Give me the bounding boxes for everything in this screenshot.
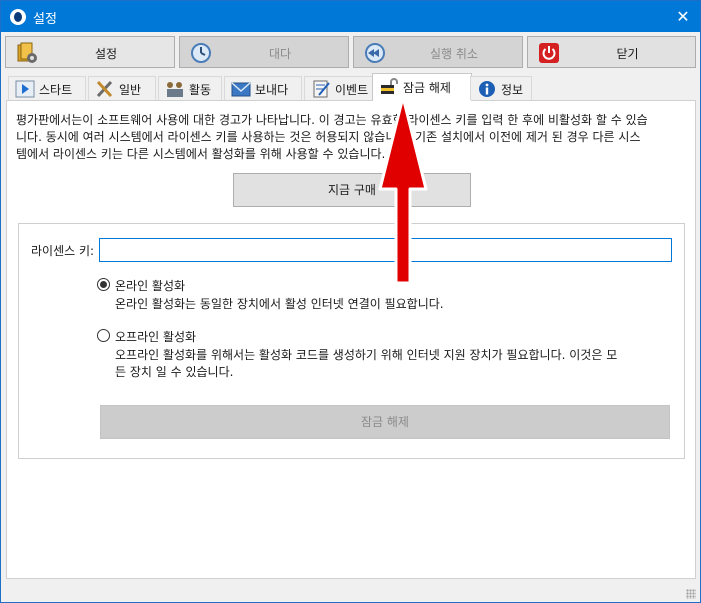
offline-activation-description: 오프라인 활성화를 위해서는 활성화 코드를 생성하기 위해 인터넷 지원 장치… [115, 347, 665, 381]
settings-button-label: 설정 [94, 47, 118, 61]
online-activation-radio[interactable] [97, 278, 110, 291]
trial-warning-text: 평가판에서는이 소프트웨어 사용에 대한 경고가 나타납니다. 이 경고는 유효… [16, 112, 688, 163]
online-activation-description: 온라인 활성화는 동일한 장치에서 활성 인터넷 연결이 필요합니다. [115, 297, 444, 311]
tab-events[interactable]: 이벤트 [304, 76, 374, 100]
settings-tabs: 스타트 일반 활동 보내다 이벤트 잠금 해제 정보 [6, 73, 696, 101]
tab-unlock-label: 잠금 해제 [403, 81, 451, 95]
undo-icon [365, 43, 385, 63]
power-icon [539, 43, 559, 63]
warning-line: 템에서 라이센스 키는 다른 시스템에서 활성화를 위해 사용할 수 있습니다. [16, 147, 386, 161]
padlock-icon [381, 78, 398, 94]
tab-info[interactable]: 정보 [470, 76, 532, 100]
warning-line: 평가판에서는이 소프트웨어 사용에 대한 경고가 나타납니다. 이 경고는 유효… [16, 113, 648, 127]
tab-general-label: 일반 [119, 83, 142, 97]
license-key-input[interactable] [99, 238, 672, 262]
warning-line: 니다. 동시에 여러 시스템에서 라이센스 키를 사용하는 것은 허용되지 않습… [16, 130, 641, 144]
resize-grip-icon[interactable] [686, 589, 696, 599]
undo-button[interactable]: 실행 취소 [353, 36, 523, 68]
status-bar [1, 583, 700, 602]
info-icon [479, 81, 495, 97]
settings-window: 설정 ✕ 설정 대다 실행 취소 닫기 스타트 일반 활동 보내다 이벤트 잠금… [0, 0, 701, 603]
tab-start[interactable]: 스타트 [8, 76, 86, 100]
settings-button[interactable]: 설정 [5, 36, 175, 68]
unlock-panel: 평가판에서는이 소프트웨어 사용에 대한 경고가 나타납니다. 이 경고는 유효… [6, 101, 696, 579]
clock-icon [191, 43, 211, 63]
undo-button-label: 실행 취소 [430, 47, 478, 61]
tab-activity[interactable]: 활동 [158, 76, 222, 100]
offline-activation-label[interactable]: 오프라인 활성화 [115, 328, 196, 345]
online-activation-label[interactable]: 온라인 활성화 [115, 277, 185, 294]
unlock-button[interactable]: 잠금 해제 [100, 405, 670, 439]
wait-button-label: 대다 [268, 47, 292, 61]
buy-now-button[interactable]: 지금 구매 [233, 173, 471, 207]
window-close-button[interactable]: ✕ [666, 1, 700, 32]
tab-info-label: 정보 [501, 83, 524, 97]
tab-send-label: 보내다 [255, 83, 289, 97]
tab-activity-label: 활동 [189, 83, 212, 97]
activation-group: 라이센스 키: 온라인 활성화 온라인 활성화는 동일한 장치에서 활성 인터넷… [18, 223, 685, 459]
window-title: 설정 [33, 12, 57, 27]
offline-description-line: 오프라인 활성화를 위해서는 활성화 코드를 생성하기 위해 인터넷 지원 장치… [115, 348, 618, 362]
mail-icon [231, 82, 251, 97]
offline-activation-radio[interactable] [97, 329, 110, 342]
app-icon [10, 9, 26, 25]
close-button[interactable]: 닫기 [527, 36, 696, 68]
tab-general[interactable]: 일반 [88, 76, 156, 100]
tab-unlock[interactable]: 잠금 해제 [372, 73, 472, 101]
play-icon [15, 80, 35, 98]
settings-icon [17, 42, 37, 63]
tab-start-label: 스타트 [39, 83, 73, 97]
activity-icon [167, 82, 183, 97]
tab-send[interactable]: 보내다 [224, 76, 302, 100]
tools-icon [96, 80, 113, 98]
notepad-icon [313, 80, 330, 98]
offline-description-line: 든 장치 일 수 있습니다. [115, 365, 234, 379]
tab-events-label: 이벤트 [335, 83, 369, 97]
close-button-label: 닫기 [616, 47, 639, 61]
title-bar: 설정 ✕ [1, 1, 700, 32]
license-key-label: 라이센스 키: [31, 244, 95, 258]
wait-button[interactable]: 대다 [179, 36, 349, 68]
